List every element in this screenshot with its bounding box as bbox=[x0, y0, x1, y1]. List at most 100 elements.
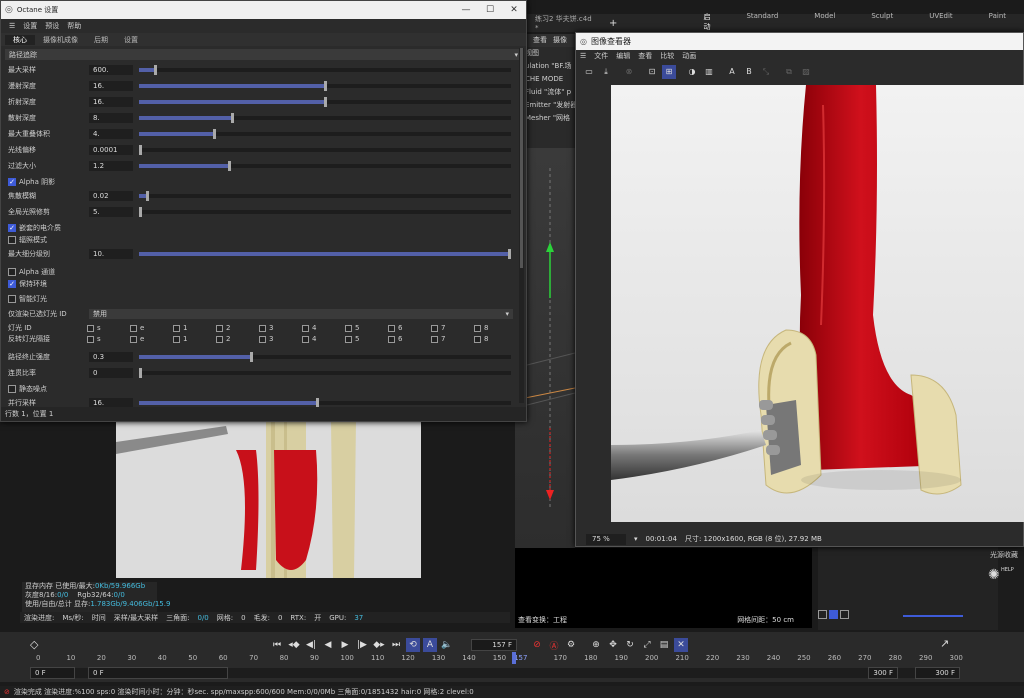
list-view-icon[interactable] bbox=[818, 610, 827, 619]
menu-edit[interactable]: 编辑 bbox=[616, 51, 630, 61]
checkbox[interactable] bbox=[259, 335, 266, 343]
checkbox[interactable] bbox=[87, 335, 94, 343]
tab-view[interactable]: 查看 bbox=[533, 34, 547, 47]
menu-presets[interactable]: 预设 bbox=[45, 21, 59, 31]
menu-hamburger-icon[interactable]: ☰ bbox=[580, 52, 586, 60]
slider-knob[interactable] bbox=[139, 145, 142, 155]
stop-icon[interactable]: ⊗ bbox=[622, 65, 636, 79]
playhead[interactable] bbox=[512, 652, 517, 664]
end-frame-field[interactable]: 300 F bbox=[915, 667, 960, 679]
play-icon[interactable]: ▶ bbox=[338, 638, 352, 652]
param-slider[interactable] bbox=[139, 398, 511, 408]
menu-file[interactable]: 文件 bbox=[594, 51, 608, 61]
menu-view[interactable]: 查看 bbox=[638, 51, 652, 61]
layout-tab[interactable]: UVEdit bbox=[911, 12, 970, 34]
menu-help[interactable]: 帮助 bbox=[67, 21, 81, 31]
preview-end-field[interactable]: 300 F bbox=[868, 667, 898, 679]
key-settings-icon[interactable]: ⚙ bbox=[564, 638, 578, 652]
param-slider[interactable] bbox=[139, 368, 511, 378]
slider-knob[interactable] bbox=[146, 191, 150, 201]
checkbox[interactable] bbox=[431, 324, 438, 332]
autokey-icon[interactable]: Ⓐ bbox=[547, 638, 561, 652]
slider-knob[interactable] bbox=[323, 97, 327, 107]
checkbox[interactable] bbox=[302, 324, 309, 332]
save-icon[interactable]: ⤓ bbox=[599, 65, 613, 79]
slider-knob[interactable] bbox=[231, 113, 235, 123]
checkbox[interactable] bbox=[216, 324, 223, 332]
param-value-field[interactable]: 0.0001 bbox=[89, 145, 133, 155]
channel-icon[interactable]: ◑ bbox=[685, 65, 699, 79]
menu-settings[interactable]: 设置 bbox=[23, 21, 37, 31]
slider-knob[interactable] bbox=[508, 249, 511, 259]
copy-icon[interactable]: ⧉ bbox=[782, 65, 796, 79]
checkbox[interactable] bbox=[474, 324, 481, 332]
param-value-field[interactable]: 16. bbox=[89, 97, 133, 107]
checkbox[interactable] bbox=[173, 335, 180, 343]
checkbox-row[interactable]: 静态噪点 bbox=[5, 382, 517, 396]
grid-view-icon[interactable] bbox=[829, 610, 838, 619]
checkbox[interactable] bbox=[345, 324, 352, 332]
param-slider[interactable] bbox=[139, 113, 511, 123]
checkbox[interactable] bbox=[431, 335, 438, 343]
layout-tab[interactable]: Standard bbox=[728, 12, 796, 34]
keyframe-diamond-icon[interactable]: ◇ bbox=[30, 638, 38, 651]
compare-a-button[interactable]: A bbox=[725, 65, 739, 79]
slider-knob[interactable] bbox=[212, 129, 216, 139]
next-frame-icon[interactable]: |▶ bbox=[355, 638, 369, 652]
layout-tab[interactable]: Paint bbox=[971, 12, 1024, 34]
checkbox[interactable] bbox=[130, 335, 137, 343]
checkbox[interactable] bbox=[8, 295, 16, 303]
swap-icon[interactable]: ⤡ bbox=[759, 65, 773, 79]
checkbox-row[interactable]: 智能灯光 bbox=[5, 292, 517, 306]
slider-knob[interactable] bbox=[139, 207, 142, 217]
auto-icon[interactable]: A bbox=[423, 638, 437, 652]
start-frame-field[interactable]: 0 F bbox=[30, 667, 75, 679]
menu-hamburger-icon[interactable]: ☰ bbox=[9, 22, 15, 30]
param-icon[interactable]: ▤ bbox=[657, 638, 671, 652]
zoom-dropdown-icon[interactable]: ▾ bbox=[634, 535, 638, 543]
document-tab[interactable]: 练习2 华夫饼.c4d * bbox=[527, 14, 601, 32]
param-value-field[interactable]: 600. bbox=[89, 65, 133, 75]
time-ruler[interactable]: 0 10 20 30 40 50 60 70 80 90 100 110 120 130 140 150 157… bbox=[30, 652, 963, 668]
param-slider[interactable] bbox=[139, 145, 511, 155]
checkbox[interactable] bbox=[8, 268, 16, 276]
record-icon[interactable]: ⊘ bbox=[530, 638, 544, 652]
compare-b-button[interactable]: B bbox=[742, 65, 756, 79]
size-slider[interactable] bbox=[903, 615, 963, 617]
param-value-field[interactable]: 1.2 bbox=[89, 161, 133, 171]
go-start-icon[interactable]: ⏮ bbox=[270, 638, 284, 652]
image-icon[interactable]: ▨ bbox=[799, 65, 813, 79]
minimize-icon[interactable]: — bbox=[454, 1, 478, 19]
checkbox[interactable]: ✓ bbox=[8, 178, 16, 186]
prev-frame-icon[interactable]: ◀| bbox=[304, 638, 318, 652]
checkbox[interactable]: ✓ bbox=[8, 280, 16, 288]
param-slider[interactable] bbox=[139, 65, 511, 75]
checkbox[interactable] bbox=[474, 335, 481, 343]
region-icon[interactable]: ⊡ bbox=[645, 65, 659, 79]
fit-icon[interactable]: ⊞ bbox=[662, 64, 676, 79]
layout-tab[interactable]: 启动 bbox=[685, 12, 729, 34]
scale-icon[interactable]: ⤢ bbox=[640, 638, 654, 652]
current-frame-field[interactable]: 157 F bbox=[471, 639, 517, 651]
param-slider[interactable] bbox=[139, 161, 511, 171]
loop-icon[interactable]: ⟲ bbox=[406, 638, 420, 652]
frame-range[interactable]: 0 F 0 F 300 F 300 F bbox=[30, 667, 960, 679]
play-reverse-icon[interactable]: ◀ bbox=[321, 638, 335, 652]
rendered-image[interactable] bbox=[611, 85, 1024, 522]
slider-knob[interactable] bbox=[227, 161, 231, 171]
param-value-field[interactable]: 0.3 bbox=[89, 352, 133, 362]
slider-knob[interactable] bbox=[323, 81, 327, 91]
add-tab-button[interactable]: + bbox=[601, 18, 625, 29]
checkbox[interactable] bbox=[130, 324, 137, 332]
checkbox-row[interactable]: ✓ 保持环境 bbox=[5, 277, 517, 291]
param-slider[interactable] bbox=[139, 352, 511, 362]
param-slider[interactable] bbox=[139, 81, 511, 91]
param-slider[interactable] bbox=[139, 97, 511, 107]
slider-knob[interactable] bbox=[139, 368, 142, 378]
param-value-field[interactable]: 10. bbox=[89, 249, 133, 259]
open-folder-icon[interactable]: ▭ bbox=[582, 65, 596, 79]
param-slider[interactable] bbox=[139, 129, 511, 139]
layout-tab[interactable]: Model bbox=[796, 12, 853, 34]
motion-icon[interactable]: ⊕ bbox=[589, 638, 603, 652]
param-slider[interactable] bbox=[139, 207, 511, 217]
